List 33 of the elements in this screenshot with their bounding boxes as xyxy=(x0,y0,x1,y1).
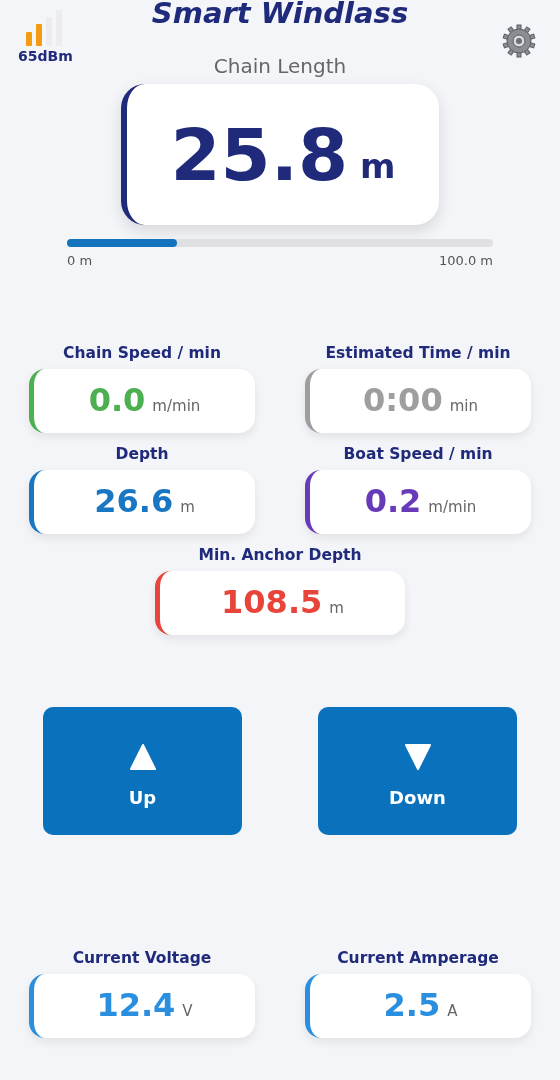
metric-value: 26.6 xyxy=(94,482,174,520)
metric-label: Chain Speed / min xyxy=(63,344,221,362)
triangle-down-icon xyxy=(403,742,432,771)
metric-value: 2.5 xyxy=(383,986,441,1024)
metric-unit: m xyxy=(329,599,344,617)
up-button[interactable]: Up xyxy=(43,707,242,835)
metric-unit: m/min xyxy=(152,397,201,415)
metric-label: Boat Speed / min xyxy=(343,445,493,463)
metric-value: 0.0 xyxy=(88,381,146,419)
metric-label: Estimated Time / min xyxy=(325,344,511,362)
metric-label: Current Amperage xyxy=(337,949,499,967)
metric-unit: m xyxy=(180,498,195,516)
chain-length-label: Chain Length xyxy=(213,54,347,78)
signal-strength: 65dBm xyxy=(18,48,73,64)
metric-label: Depth xyxy=(115,445,169,463)
triangle-up-icon xyxy=(128,742,157,771)
metric-label: Min. Anchor Depth xyxy=(198,546,362,564)
down-button[interactable]: Down xyxy=(318,707,517,835)
metric-value: 12.4 xyxy=(96,986,176,1024)
metric-unit: V xyxy=(182,1002,193,1020)
metric-value: 0:00 xyxy=(363,381,443,419)
range-min-label: 0 m xyxy=(67,253,93,268)
app-title: Smart Windlass xyxy=(150,0,410,28)
metric-label: Current Voltage xyxy=(72,949,212,967)
chain-length-value: 25.8 xyxy=(170,112,349,197)
settings-icon[interactable] xyxy=(502,24,536,58)
metric-unit: A xyxy=(447,1002,458,1020)
metric-unit: m/min xyxy=(428,498,477,516)
metric-value: 108.5 xyxy=(221,583,323,621)
range-max-label: 100.0 m xyxy=(439,253,493,268)
chain-length-unit: m xyxy=(360,145,396,186)
metric-value: 0.2 xyxy=(364,482,422,520)
metric-unit: min xyxy=(449,397,478,415)
